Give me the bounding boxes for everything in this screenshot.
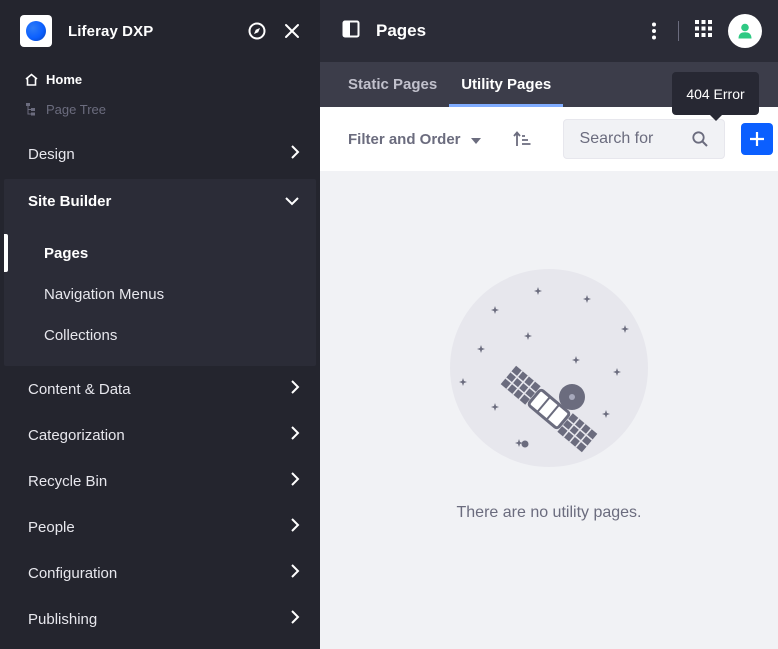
menu-content-data[interactable]: Content & Data bbox=[0, 366, 320, 412]
chevron-right-icon bbox=[290, 379, 300, 399]
menu-design-label: Design bbox=[28, 145, 75, 163]
filter-and-order-label: Filter and Order bbox=[348, 130, 461, 148]
menu-people-label: People bbox=[28, 518, 75, 536]
sort-order-icon[interactable] bbox=[512, 131, 531, 147]
home-icon bbox=[25, 72, 38, 86]
liferay-logo bbox=[20, 15, 52, 47]
compass-icon[interactable] bbox=[248, 22, 266, 40]
filter-and-order-dropdown[interactable]: Filter and Order bbox=[348, 131, 481, 148]
page-tree-link[interactable]: Page Tree bbox=[0, 99, 320, 119]
empty-state-message: There are no utility pages. bbox=[456, 504, 642, 521]
menu-item-navigation-menus-label: Navigation Menus bbox=[44, 286, 165, 303]
menu-recycle-bin[interactable]: Recycle Bin bbox=[0, 458, 320, 504]
chevron-right-icon bbox=[290, 471, 300, 491]
user-icon bbox=[738, 23, 752, 39]
chevron-right-icon bbox=[290, 425, 300, 445]
menu-categorization-label: Categorization bbox=[28, 426, 125, 444]
menu-content-data-label: Content & Data bbox=[28, 380, 131, 398]
sidebar-toggle-icon[interactable] bbox=[342, 20, 360, 43]
menu-item-collections[interactable]: Collections bbox=[4, 315, 316, 356]
menu-site-builder-panel: Site Builder Pages Navigation Menus Coll… bbox=[4, 179, 316, 366]
caret-down-icon bbox=[470, 131, 481, 148]
page-tree-icon bbox=[25, 102, 38, 116]
empty-state-area: There are no utility pages. bbox=[320, 171, 778, 649]
menu-item-pages[interactable]: Pages bbox=[4, 233, 316, 274]
menu-item-collections-label: Collections bbox=[44, 327, 118, 344]
chevron-right-icon bbox=[290, 517, 300, 537]
menu-publishing[interactable]: Publishing bbox=[0, 596, 320, 642]
page-title: Pages bbox=[376, 21, 427, 40]
chevron-right-icon bbox=[290, 144, 300, 164]
search-box bbox=[562, 119, 725, 159]
control-menu: Pages bbox=[320, 0, 778, 62]
home-label: Home bbox=[46, 71, 83, 87]
menu-configuration[interactable]: Configuration bbox=[0, 550, 320, 596]
plus-icon bbox=[749, 132, 764, 146]
add-button[interactable] bbox=[740, 123, 773, 155]
menu-categorization[interactable]: Categorization bbox=[0, 412, 320, 458]
satellite-illustration bbox=[450, 269, 648, 467]
close-icon[interactable] bbox=[284, 23, 300, 39]
divider bbox=[678, 21, 679, 41]
tab-static-pages[interactable]: Static Pages bbox=[336, 62, 449, 107]
menu-configuration-label: Configuration bbox=[28, 564, 118, 582]
menu-site-builder[interactable]: Site Builder bbox=[4, 179, 316, 223]
menu-publishing-label: Publishing bbox=[28, 610, 98, 628]
app-title: Liferay DXP bbox=[68, 22, 154, 40]
home-link[interactable]: Home bbox=[0, 69, 320, 89]
menu-site-builder-label: Site Builder bbox=[28, 192, 112, 210]
sidebar-header: Liferay DXP bbox=[0, 0, 320, 62]
page-tree-label: Page Tree bbox=[46, 101, 106, 117]
applications-menu-icon[interactable] bbox=[695, 20, 712, 42]
menu-item-pages-label: Pages bbox=[44, 245, 89, 262]
menu-recycle-bin-label: Recycle Bin bbox=[28, 472, 108, 490]
product-menu-sidebar: Liferay DXP Home Page Tree Design Site B… bbox=[0, 0, 320, 649]
kebab-menu-icon[interactable] bbox=[644, 22, 664, 40]
search-icon[interactable] bbox=[691, 131, 708, 147]
search-input[interactable] bbox=[579, 130, 680, 148]
menu-item-navigation-menus[interactable]: Navigation Menus bbox=[4, 274, 316, 315]
chevron-right-icon bbox=[290, 563, 300, 583]
menu-design[interactable]: Design bbox=[0, 131, 320, 177]
tab-utility-pages[interactable]: Utility Pages bbox=[449, 62, 564, 107]
chevron-down-icon bbox=[284, 193, 300, 210]
user-avatar[interactable] bbox=[728, 14, 762, 48]
menu-people[interactable]: People bbox=[0, 504, 320, 550]
add-button-tooltip: 404 Error bbox=[672, 72, 759, 121]
chevron-right-icon bbox=[290, 609, 300, 629]
